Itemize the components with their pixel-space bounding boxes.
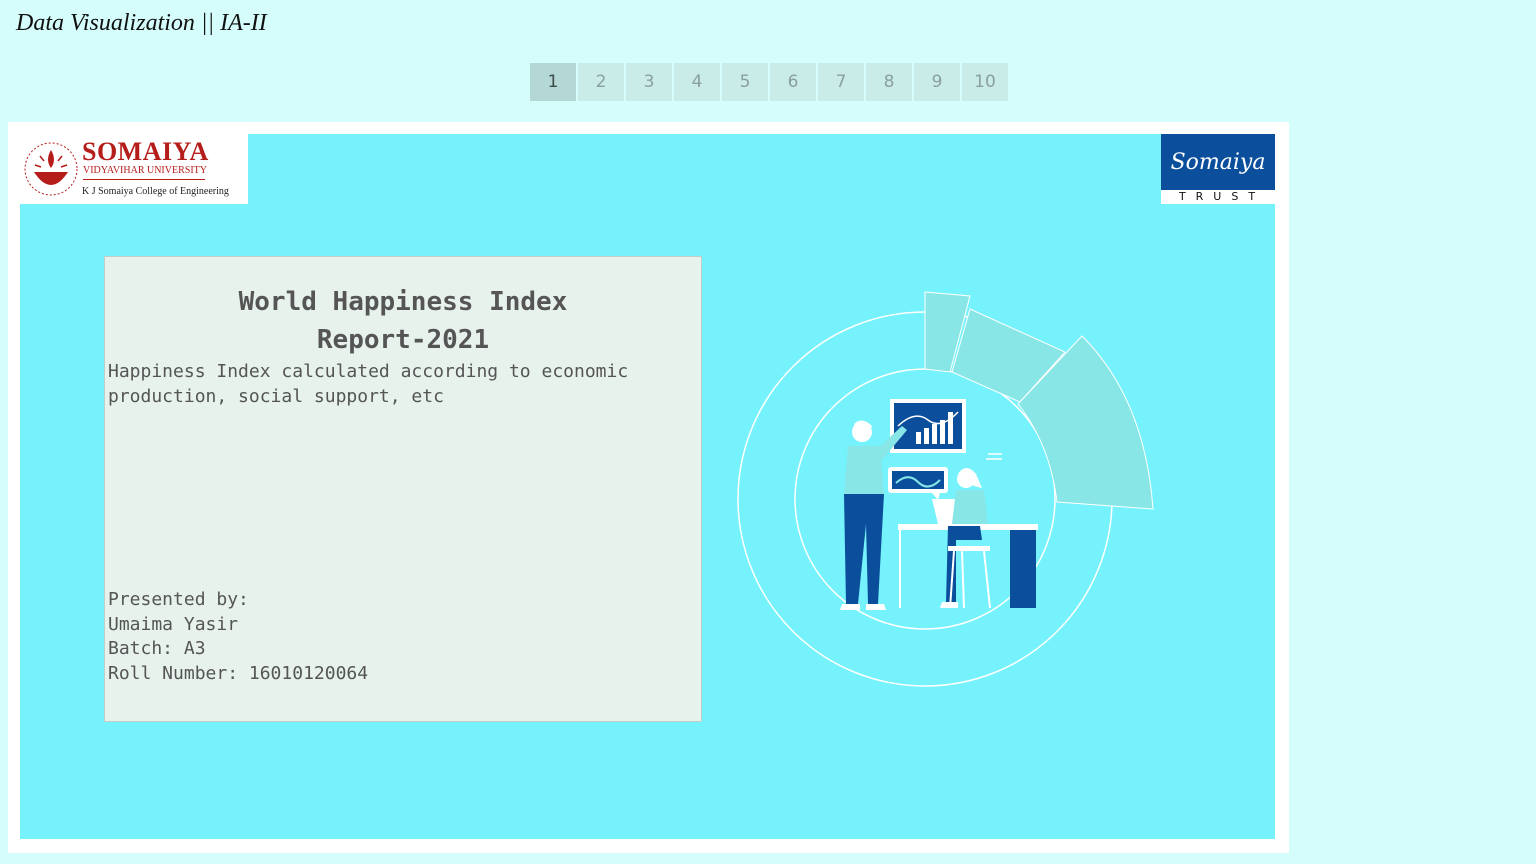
trust-script: Somaiya: [1161, 134, 1275, 190]
page-button-5[interactable]: 5: [722, 63, 768, 101]
diya-emblem-icon: [24, 142, 78, 196]
page-title: Data Visualization || IA-II: [16, 10, 267, 36]
slide-pagination: 1 2 3 4 5 6 7 8 9 10: [530, 63, 1008, 101]
page-button-9[interactable]: 9: [914, 63, 960, 101]
presenter-name: Umaima Yasir: [108, 613, 239, 635]
chart-bar-icon: [924, 428, 929, 444]
page-button-10[interactable]: 10: [962, 63, 1008, 101]
man-pants: [844, 494, 884, 604]
data-analysis-illustration: [737, 291, 1154, 687]
presenter-roll-number: Roll Number: 16010120064: [108, 662, 369, 684]
logo-divider: [83, 179, 205, 180]
chart-bar-icon: [916, 432, 921, 444]
slide-title-line-1: World Happiness Index: [238, 287, 568, 317]
presenter-batch: Batch: A3: [108, 638, 206, 659]
chair-leg: [983, 550, 991, 609]
speech-bubble-tail: [932, 493, 940, 500]
chair-leg: [961, 550, 965, 609]
man-shoe: [840, 604, 860, 610]
title-card: World Happiness Index Report-2021 Happin…: [104, 256, 702, 722]
woman-shirt: [952, 490, 988, 524]
chair-seat: [948, 546, 990, 551]
page-button-3[interactable]: 3: [626, 63, 672, 101]
page-button-1[interactable]: 1: [530, 63, 576, 101]
page-button-8[interactable]: 8: [866, 63, 912, 101]
desk-drawer: [1010, 530, 1036, 608]
slide-title-line-2: Report-2021: [316, 325, 490, 355]
page-button-4[interactable]: 4: [674, 63, 720, 101]
slide-canvas: SOMAIYA VIDYAVIHAR UNIVERSITY K J Somaiy…: [20, 134, 1275, 839]
somaiya-trust-logo: Somaiya TRUST: [1161, 134, 1275, 204]
chart-bar-icon: [932, 424, 937, 444]
college-name: K J Somaiya College of Engineering: [82, 186, 229, 197]
slide-title: World Happiness Index Report-2021: [105, 283, 701, 359]
presenter-info: Presented by: Umaima Yasir Batch: A3 Rol…: [108, 588, 368, 686]
page-button-6[interactable]: 6: [770, 63, 816, 101]
page-button-7[interactable]: 7: [818, 63, 864, 101]
trust-label: TRUST: [1161, 190, 1275, 204]
woman-shoe: [940, 602, 958, 608]
slide-subtitle: Happiness Index calculated according to …: [108, 361, 629, 407]
man-shoe: [866, 604, 886, 610]
presented-by-label: Presented by:: [108, 589, 249, 610]
university-subtitle: VIDYAVIHAR UNIVERSITY: [83, 165, 207, 176]
page-button-2[interactable]: 2: [578, 63, 624, 101]
university-name: SOMAIYA: [82, 137, 209, 166]
slide-frame: SOMAIYA VIDYAVIHAR UNIVERSITY K J Somaiy…: [8, 122, 1289, 853]
somaiya-university-logo: SOMAIYA VIDYAVIHAR UNIVERSITY K J Somaiy…: [20, 134, 248, 204]
